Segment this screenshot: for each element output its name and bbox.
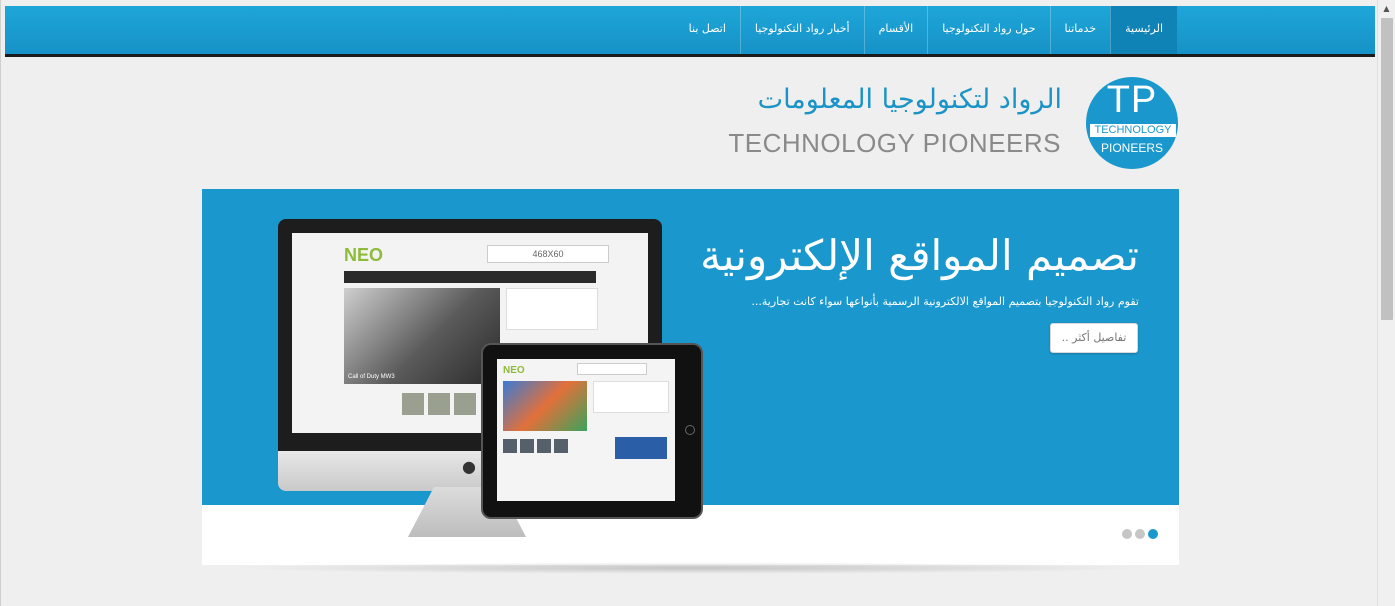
monitor-site-logo: NEO [344,245,384,265]
browser-viewport: الرئيسية خدماتنا حول رواد التكنولوجيا ال… [0,0,1377,606]
tablet-promo [615,437,667,459]
tablet-site-logo: NEO [503,365,525,376]
hero-slider: NEO 468X60 Call of Duty MW3 ● NEO تصميم … [202,189,1179,565]
logo-badge[interactable]: TP TECHNOLOGY PIONEERS [1086,77,1178,169]
top-navbar: الرئيسية خدماتنا حول رواد التكنولوجيا ال… [5,6,1375,57]
main-nav: الرئيسية خدماتنا حول رواد التكنولوجيا ال… [675,6,1177,54]
nav-item-news[interactable]: أخبار رواد التكنولوجيا [739,6,864,54]
tablet-mockup: NEO [481,343,703,519]
more-details-button[interactable]: تفاصيل أكثر .. [1050,323,1138,353]
monitor-site-nav [344,271,596,283]
nav-item-home[interactable]: الرئيسية [1110,6,1177,54]
tablet-ad-box [577,363,647,375]
monitor-site-sidebar [506,288,598,330]
thumb [503,439,517,453]
slider-dots [1122,529,1158,539]
logo-english-name[interactable]: TECHNOLOGY PIONEERS [728,128,1061,159]
scroll-up-icon[interactable]: ▲ [1378,0,1395,17]
thumb [454,393,476,415]
thumb [537,439,551,453]
tablet-home-button [685,425,695,435]
logo-arabic-name[interactable]: الرواد لتكنولوجيا المعلومات [758,84,1062,115]
slide-title: تصميم المواقع الإلكترونية [700,231,1139,280]
tablet-screen: NEO [497,359,675,501]
slider-dot[interactable] [1135,529,1145,539]
thumb [402,393,424,415]
monitor-hero-caption: Call of Duty MW3 [348,374,395,380]
thumb [554,439,568,453]
slider-shadow [231,562,1151,574]
nav-item-about[interactable]: حول رواد التكنولوجيا [927,6,1049,54]
tablet-site-thumbs [503,439,568,453]
apple-icon: ● [462,457,476,476]
nav-item-sections[interactable]: الأقسام [863,6,928,54]
badge-line2: PIONEERS [1100,141,1163,155]
thumb [428,393,450,415]
tablet-site-sidebar [593,381,669,413]
monitor-site-hero: Call of Duty MW3 [344,288,500,384]
monitor-site-thumbs [402,393,476,415]
slider-dot-active[interactable] [1148,529,1158,539]
nav-item-services[interactable]: خدماتنا [1049,6,1111,54]
badge-line1: TECHNOLOGY [1090,124,1176,137]
thumb [520,439,534,453]
slider-dot[interactable] [1122,529,1132,539]
monitor-ad-box: 468X60 [487,245,609,263]
nav-item-contact[interactable]: اتصل بنا [675,6,740,54]
scroll-thumb[interactable] [1381,18,1393,320]
tablet-site-hero [503,381,587,431]
badge-initials: TP [1106,79,1158,121]
slide-description: تقوم رواد التكنولوجيا بتصميم المواقع الا… [751,295,1139,308]
vertical-scrollbar[interactable]: ▲ [1377,0,1395,606]
